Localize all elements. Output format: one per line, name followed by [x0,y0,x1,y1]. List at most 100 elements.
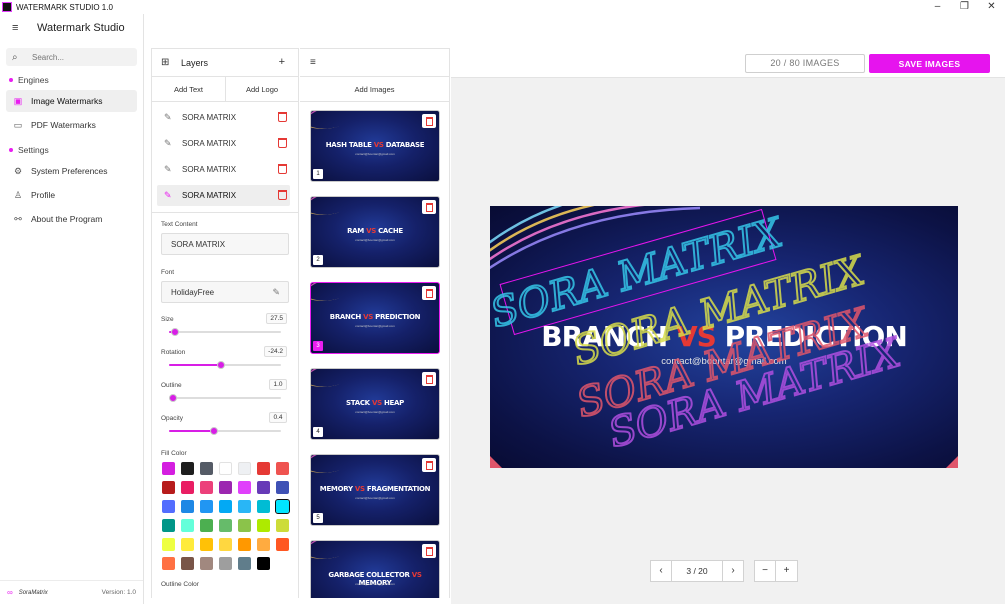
color-swatch[interactable] [200,481,213,494]
color-swatch[interactable] [257,500,270,513]
delete-icon[interactable] [422,114,436,128]
image-thumbnail[interactable]: RAM VS CACHE contact@boontar@gmail.com 2 [310,196,440,268]
color-swatch[interactable] [219,538,232,551]
color-swatch[interactable] [200,557,213,570]
color-swatch[interactable] [275,499,290,514]
close-icon[interactable]: ✕ [978,0,1005,14]
sidebar-item-image-watermarks[interactable]: ▣ Image Watermarks [6,90,137,112]
color-swatch[interactable] [181,500,194,513]
color-swatch[interactable] [219,500,232,513]
slider-track[interactable] [169,427,281,435]
slider-thumb[interactable] [170,328,179,336]
color-swatch[interactable] [238,519,251,532]
slider-value[interactable]: 0.4 [269,412,287,423]
color-swatch[interactable] [238,462,251,475]
restore-icon[interactable]: ❐ [951,0,978,14]
color-swatch[interactable] [219,557,232,570]
trash-icon[interactable] [278,190,287,200]
color-swatch[interactable] [276,481,289,494]
search-box[interactable]: ⌕ [6,48,137,66]
delete-icon[interactable] [422,286,436,300]
add-logo-button[interactable]: Add Logo [225,77,298,102]
color-swatch[interactable] [276,538,289,551]
color-swatch[interactable] [238,557,251,570]
color-swatch[interactable] [162,500,175,513]
color-swatch[interactable] [200,462,213,475]
slider-track[interactable] [169,394,281,402]
color-swatch[interactable] [219,481,232,494]
color-swatch[interactable] [181,557,194,570]
color-swatch[interactable] [238,500,251,513]
prev-page-button[interactable]: ‹ [650,560,672,582]
add-images-button[interactable]: Add Images [300,77,449,102]
next-page-button[interactable]: › [722,560,744,582]
slider-thumb[interactable] [216,361,225,369]
color-swatch[interactable] [181,538,194,551]
color-swatch[interactable] [181,481,194,494]
color-swatch[interactable] [257,538,270,551]
slider-track[interactable] [169,328,281,336]
trash-icon[interactable] [278,164,287,174]
slider-value[interactable]: -24.2 [264,346,287,357]
menu-icon[interactable]: ≡ [12,22,28,34]
color-swatch[interactable] [200,538,213,551]
slider-value[interactable]: 27.5 [266,313,287,324]
color-swatch[interactable] [162,519,175,532]
layer-item[interactable]: ✎ SORA MATRIX [157,159,290,180]
slider-thumb[interactable] [209,427,218,435]
sidebar-item-system-preferences[interactable]: ⚙ System Preferences [6,160,137,182]
minimize-icon[interactable]: – [924,0,951,14]
image-thumbnail[interactable]: STACK VS HEAP contact@boontar@gmail.com 4 [310,368,440,440]
color-swatch[interactable] [257,519,270,532]
thumb-left: RAM [347,227,364,235]
slider-value[interactable]: 1.0 [269,379,287,390]
layer-item[interactable]: ✎ SORA MATRIX [157,133,290,154]
color-swatch[interactable] [200,519,213,532]
delete-icon[interactable] [422,200,436,214]
search-input[interactable] [32,52,132,62]
delete-icon[interactable] [422,458,436,472]
image-thumbnail[interactable]: MEMORY VS FRAGMENTATION contact@boontar@g… [310,454,440,526]
save-images-button[interactable]: SAVE IMAGES [869,54,990,73]
color-swatch[interactable] [181,519,194,532]
layer-item[interactable]: ✎ SORA MATRIX [157,107,290,128]
color-swatch[interactable] [162,557,175,570]
image-thumbnail[interactable]: BRANCH VS PREDICTION contact@boontar@gmai… [310,282,440,354]
color-swatch[interactable] [162,538,175,551]
color-swatch[interactable] [238,481,251,494]
edit-icon[interactable]: ✎ [272,287,280,298]
color-swatch[interactable] [257,557,270,570]
trash-icon[interactable] [278,112,287,122]
color-swatch[interactable] [219,519,232,532]
sidebar-item-about[interactable]: ⚯ About the Program [6,208,137,230]
delete-icon[interactable] [422,372,436,386]
color-swatch[interactable] [200,500,213,513]
color-swatch[interactable] [257,481,270,494]
trash-icon[interactable] [278,138,287,148]
delete-icon[interactable] [422,544,436,558]
color-swatch[interactable] [238,538,251,551]
add-layer-icon[interactable]: + [279,56,285,68]
sidebar-item-pdf-watermarks[interactable]: ▭ PDF Watermarks [6,114,137,136]
color-swatch[interactable] [219,462,232,475]
slider-thumb[interactable] [169,394,178,402]
slider-group: Size 27.5 Rotation -24.2 Outline 1.0 Opacity 0.… [152,310,298,442]
color-swatch[interactable] [162,462,175,475]
image-thumbnail[interactable]: HASH TABLE VS DATABASE contact@boontar@gm… [310,110,440,182]
collapse-icon[interactable]: ≡ [310,57,316,68]
color-swatch[interactable] [257,462,270,475]
layer-item-selected[interactable]: ✎ SORA MATRIX [157,185,290,206]
color-swatch[interactable] [162,481,175,494]
zoom-out-button[interactable]: − [754,560,776,582]
sidebar-item-profile[interactable]: ♙ Profile [6,184,137,206]
font-selector[interactable]: HolidayFree ✎ [161,281,289,303]
zoom-in-button[interactable]: + [776,560,798,582]
image-thumbnail[interactable]: GARBAGE COLLECTOR VS MEMORY contact@boont… [310,540,440,598]
add-text-button[interactable]: Add Text [152,77,225,102]
color-swatch[interactable] [181,462,194,475]
text-content-input[interactable]: SORA MATRIX [161,233,289,255]
image-preview[interactable]: BRANCH VS PREDICTION contact@boontar@gma… [490,206,958,468]
color-swatch[interactable] [276,519,289,532]
color-swatch[interactable] [276,462,289,475]
slider-track[interactable] [169,361,281,369]
